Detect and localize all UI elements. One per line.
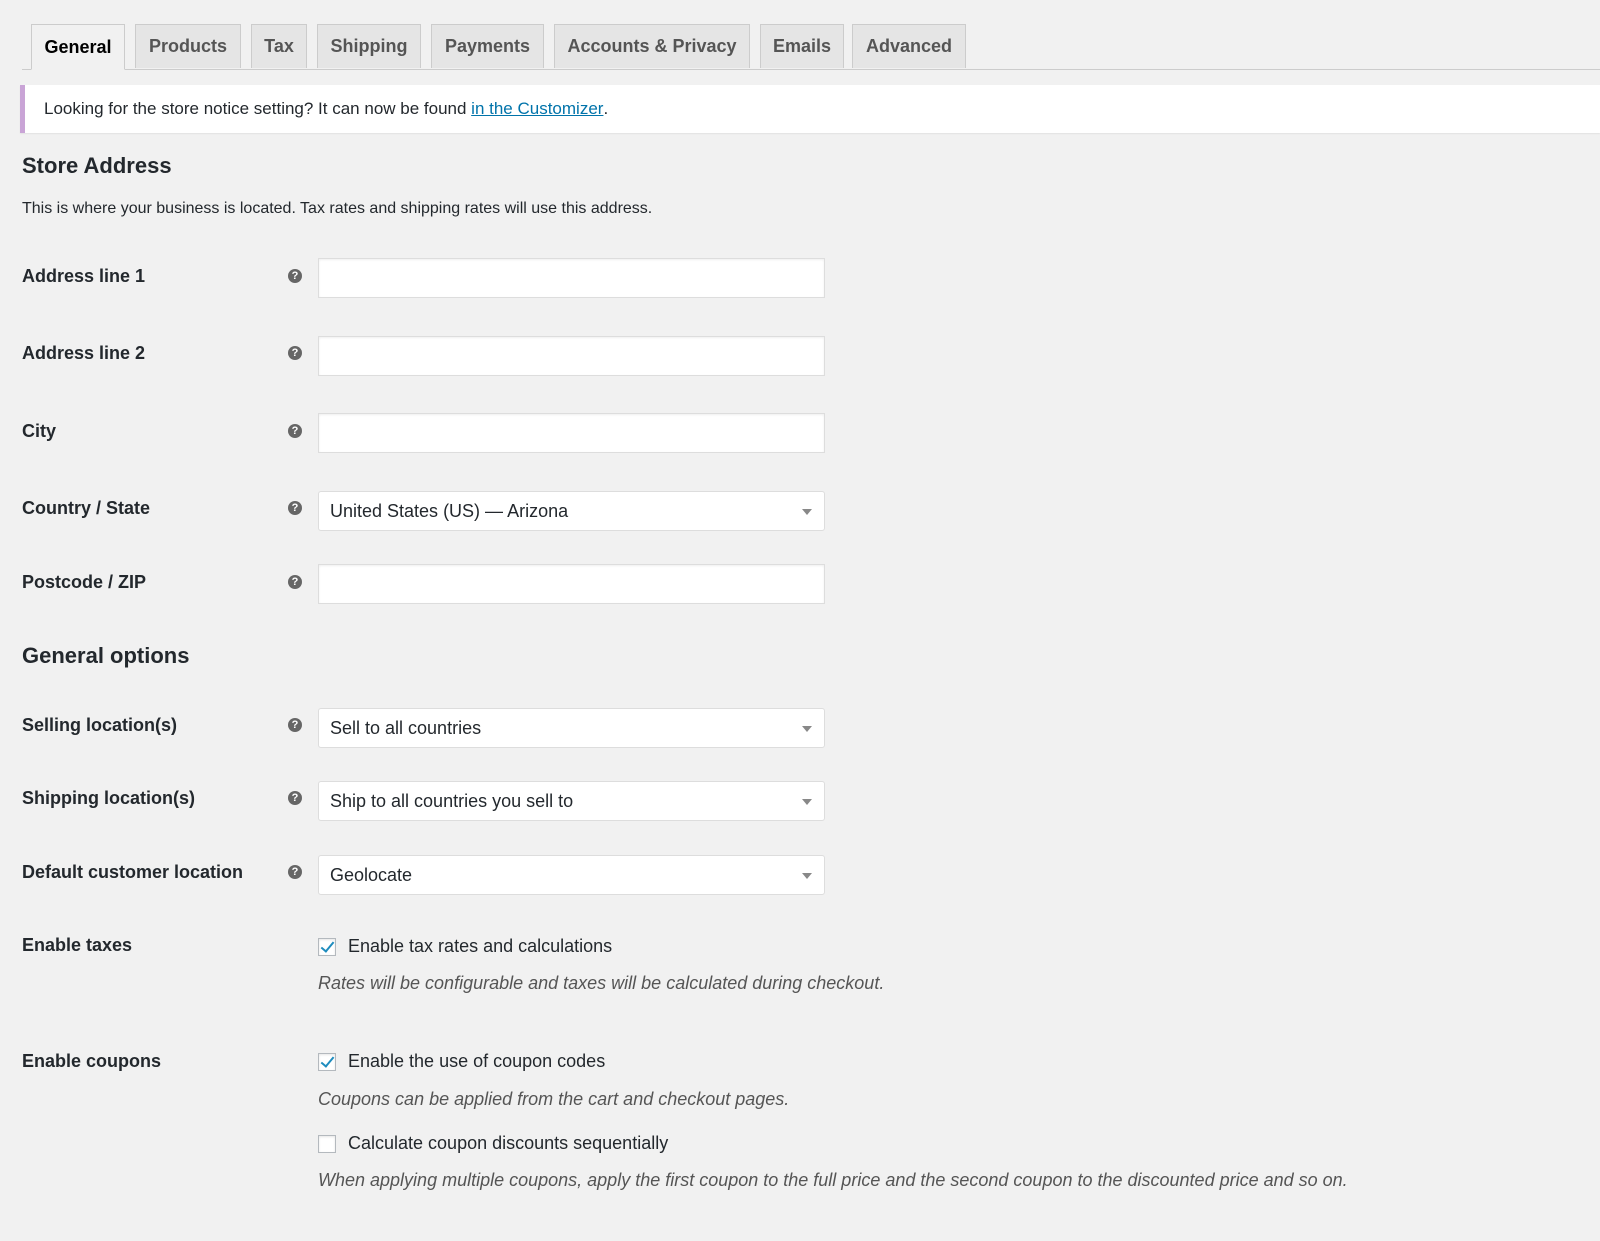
customizer-link[interactable]: in the Customizer [471, 99, 603, 119]
chevron-down-icon [802, 799, 812, 805]
notice-suffix: . [603, 99, 609, 118]
enable-taxes-label: Enable taxes [22, 935, 133, 955]
store-notice-banner: Looking for the store notice setting? It… [20, 85, 1600, 133]
selling-locations-select[interactable]: Sell to all countries [318, 708, 825, 748]
store-address-description: This is where your business is located. … [22, 200, 653, 217]
postcode-label: Postcode / ZIP [22, 572, 147, 592]
enable-taxes-note: Rates will be configurable and taxes wil… [318, 973, 885, 993]
sequential-coupons-note: When applying multiple coupons, apply th… [318, 1170, 1348, 1190]
settings-tabs: General Products Tax Shipping Payments A… [22, 24, 1600, 70]
address-line-1-input[interactable] [318, 258, 825, 298]
enable-coupons-note: Coupons can be applied from the cart and… [318, 1089, 790, 1109]
help-icon[interactable]: ? [288, 346, 302, 360]
shipping-locations-value: Ship to all countries you sell to [330, 790, 574, 811]
tab-general[interactable]: General [31, 24, 125, 70]
help-icon[interactable]: ? [288, 575, 302, 589]
help-icon[interactable]: ? [288, 269, 302, 283]
address-line-2-label: Address line 2 [22, 343, 146, 363]
tab-accounts-privacy[interactable]: Accounts & Privacy [554, 24, 750, 68]
shipping-locations-select[interactable]: Ship to all countries you sell to [318, 781, 825, 821]
selling-locations-label: Selling location(s) [22, 715, 178, 735]
help-icon[interactable]: ? [288, 865, 302, 879]
city-label: City [22, 421, 57, 441]
sequential-coupons-checkbox[interactable] [318, 1134, 336, 1153]
address-line-2-input[interactable] [318, 336, 825, 376]
tab-payments[interactable]: Payments [431, 24, 544, 68]
postcode-input[interactable] [318, 564, 825, 604]
help-icon[interactable]: ? [288, 424, 302, 438]
notice-text: Looking for the store notice setting? It… [44, 99, 472, 118]
enable-taxes-row: Enable tax rates and calculations [318, 936, 612, 957]
tab-emails[interactable]: Emails [760, 24, 844, 68]
enable-coupons-checkbox[interactable] [318, 1052, 336, 1071]
default-customer-location-value: Geolocate [330, 864, 413, 885]
enable-taxes-checkbox[interactable] [318, 937, 336, 956]
tab-advanced[interactable]: Advanced [852, 24, 966, 68]
shipping-locations-label: Shipping location(s) [22, 788, 195, 808]
sequential-coupons-checkbox-label: Calculate coupon discounts sequentially [348, 1133, 669, 1153]
chevron-down-icon [802, 509, 812, 515]
help-icon[interactable]: ? [288, 718, 302, 732]
country-state-select[interactable]: United States (US) — Arizona [318, 491, 825, 531]
address-line-1-label: Address line 1 [22, 266, 146, 286]
enable-coupons-checkbox-label: Enable the use of coupon codes [348, 1051, 606, 1071]
sequential-coupons-row: Calculate coupon discounts sequentially [318, 1133, 668, 1154]
help-icon[interactable]: ? [288, 501, 302, 515]
general-options-heading: General options [22, 643, 190, 668]
store-address-heading: Store Address [22, 153, 172, 178]
tab-tax[interactable]: Tax [251, 24, 307, 68]
enable-coupons-row: Enable the use of coupon codes [318, 1051, 605, 1072]
chevron-down-icon [802, 726, 812, 732]
enable-coupons-label: Enable coupons [22, 1051, 162, 1071]
selling-locations-value: Sell to all countries [330, 717, 482, 738]
country-state-label: Country / State [22, 498, 151, 518]
country-state-value: United States (US) — Arizona [330, 500, 569, 521]
default-customer-location-label: Default customer location [22, 862, 244, 882]
tab-shipping[interactable]: Shipping [317, 24, 421, 68]
default-customer-location-select[interactable]: Geolocate [318, 855, 825, 895]
city-input[interactable] [318, 413, 825, 453]
enable-taxes-checkbox-label: Enable tax rates and calculations [348, 936, 613, 956]
help-icon[interactable]: ? [288, 791, 302, 805]
tab-products[interactable]: Products [135, 24, 241, 68]
chevron-down-icon [802, 873, 812, 879]
